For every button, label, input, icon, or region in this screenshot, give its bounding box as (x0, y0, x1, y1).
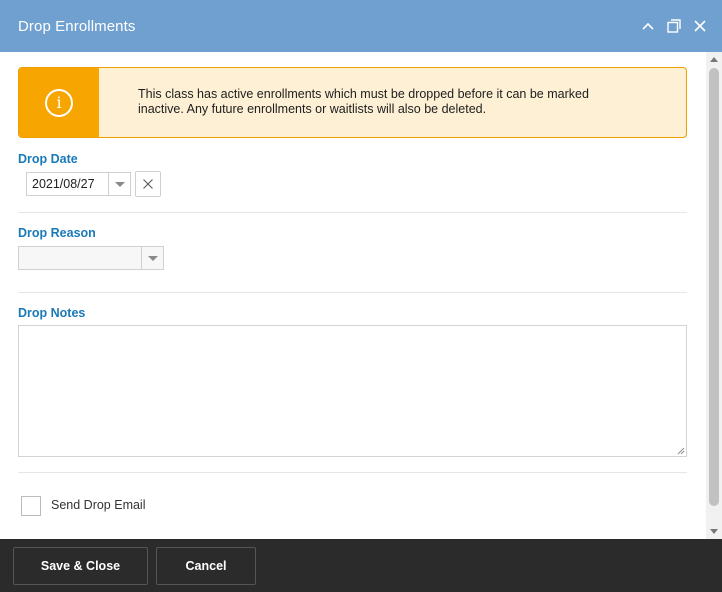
drop-reason-value[interactable] (19, 247, 141, 269)
dialog-footer: Save & Close Cancel (0, 539, 722, 592)
divider (18, 212, 687, 213)
alert-message: This class has active enrollments which … (138, 87, 589, 116)
dialog-title: Drop Enrollments (18, 17, 136, 35)
warning-alert: i This class has active enrollments whic… (18, 67, 687, 138)
drop-date-label: Drop Date (18, 152, 78, 166)
scroll-up-icon[interactable] (710, 57, 718, 62)
cancel-button[interactable]: Cancel (156, 547, 256, 585)
drop-reason-select[interactable] (18, 246, 164, 270)
divider (18, 292, 687, 293)
chevron-up-icon[interactable] (640, 16, 656, 36)
scroll-down-icon[interactable] (710, 529, 718, 534)
divider (18, 472, 687, 473)
dialog-content: i This class has active enrollments whic… (0, 52, 706, 539)
drop-notes-textarea[interactable] (18, 325, 687, 457)
chevron-down-icon (114, 181, 125, 187)
window-controls (640, 16, 708, 36)
send-drop-email-checkbox[interactable] (21, 496, 41, 516)
drop-date-value[interactable]: 2021/08/27 (27, 173, 108, 195)
drop-reason-label: Drop Reason (18, 226, 96, 240)
drop-enrollments-dialog: Drop Enrollments i This class has active… (0, 0, 722, 592)
drop-notes-label: Drop Notes (18, 306, 86, 320)
save-and-close-button[interactable]: Save & Close (13, 547, 148, 585)
clear-date-button[interactable] (135, 171, 161, 197)
clear-icon (143, 179, 153, 189)
drop-date-dropdown-button[interactable] (108, 173, 130, 195)
chevron-down-icon (147, 255, 158, 261)
vertical-scrollbar[interactable] (706, 52, 722, 539)
resize-grip-icon[interactable] (677, 447, 685, 455)
drop-date-picker[interactable]: 2021/08/27 (26, 172, 131, 196)
title-bar[interactable]: Drop Enrollments (0, 0, 722, 52)
maximize-icon[interactable] (666, 16, 682, 36)
info-icon: i (45, 88, 73, 117)
scrollbar-thumb[interactable] (709, 68, 719, 506)
alert-icon-box: i (19, 68, 99, 137)
drop-reason-dropdown-button[interactable] (141, 247, 163, 269)
send-drop-email-label[interactable]: Send Drop Email (51, 498, 146, 512)
close-icon[interactable] (692, 16, 708, 36)
